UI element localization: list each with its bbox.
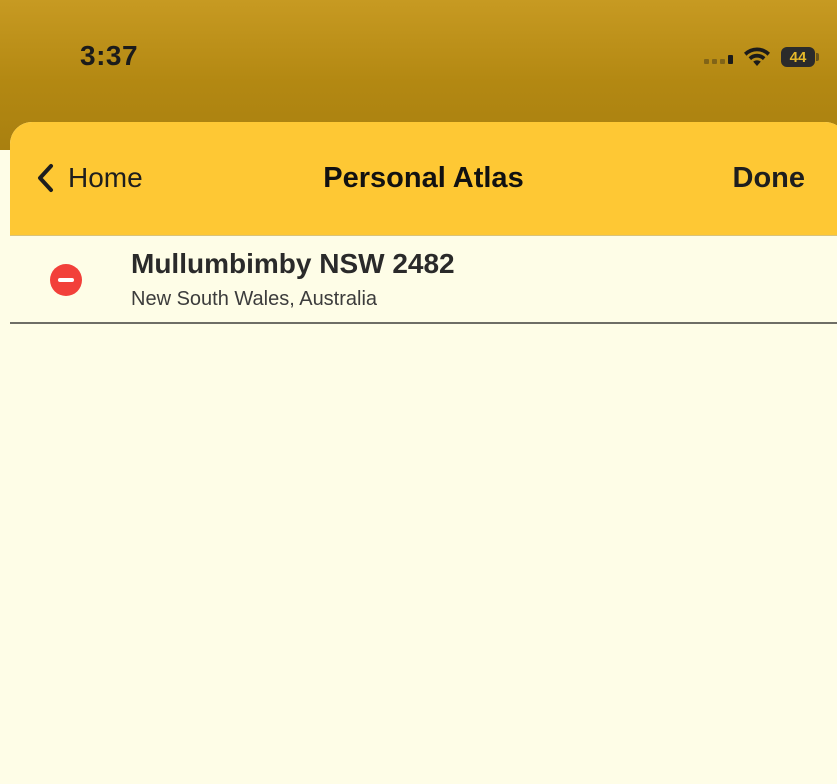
navigation-bar: Home Personal Atlas Done: [10, 122, 837, 236]
page-title: Personal Atlas: [323, 162, 524, 194]
done-button[interactable]: Done: [733, 162, 806, 195]
status-icons: 44: [704, 42, 819, 72]
delete-minus-icon[interactable]: [50, 264, 82, 296]
wifi-icon: [744, 47, 770, 66]
list-item[interactable]: Mullumbimby NSW 2482 New South Wales, Au…: [10, 236, 837, 324]
location-title: Mullumbimby NSW 2482: [131, 248, 455, 279]
app-screen: 3:37 44 Home Personal Atlas Done Mullumb…: [0, 0, 837, 784]
battery-level: 44: [789, 48, 807, 66]
atlas-sheet: Home Personal Atlas Done Mullumbimby NSW…: [10, 122, 837, 784]
status-time: 3:37: [80, 40, 139, 71]
cellular-signal-icon: [704, 50, 733, 64]
battery-icon: 44: [781, 47, 819, 67]
location-subtitle: New South Wales, Australia: [131, 288, 378, 310]
location-list: Mullumbimby NSW 2482 New South Wales, Au…: [10, 236, 837, 324]
